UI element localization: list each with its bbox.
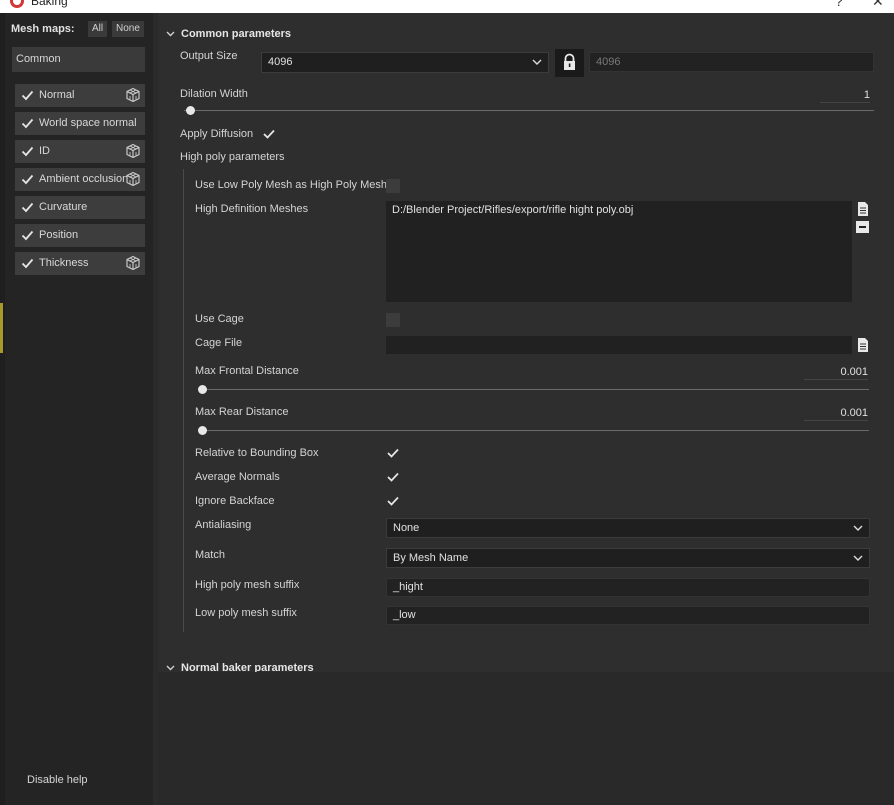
max-rear-value[interactable]: 0.001 bbox=[804, 407, 868, 421]
output-size-locked-field: 4096 bbox=[589, 52, 874, 72]
common-parameters-title: Common parameters bbox=[181, 28, 292, 40]
high-suffix-input[interactable]: _hight bbox=[386, 578, 870, 597]
common-item[interactable]: Common bbox=[12, 47, 145, 72]
mesh-map-checkbox[interactable] bbox=[21, 201, 34, 214]
high-poly-group-indent bbox=[183, 169, 184, 632]
mesh-maps-sidebar: Mesh maps: All None Common Normal World s… bbox=[5, 13, 153, 805]
window-title: Baking bbox=[31, 0, 68, 8]
mesh-map-item[interactable]: Normal bbox=[15, 84, 145, 107]
mesh-map-checkbox[interactable] bbox=[21, 229, 34, 242]
footer-area bbox=[158, 672, 894, 805]
dilation-width-slider-handle[interactable] bbox=[186, 106, 195, 115]
parameters-panel: Common parameters Output Size 4096 4096 … bbox=[158, 13, 894, 672]
mesh-maps-label: Mesh maps: bbox=[11, 23, 75, 35]
antialiasing-value: None bbox=[393, 522, 420, 534]
hd-meshes-list[interactable]: D:/Blender Project/Rifles/export/rifle h… bbox=[386, 201, 852, 302]
cube-settings-icon[interactable] bbox=[125, 171, 141, 187]
mesh-map-item[interactable]: Thickness bbox=[15, 252, 145, 275]
mesh-map-checkbox[interactable] bbox=[21, 257, 34, 270]
average-normals-checkbox[interactable] bbox=[386, 471, 400, 483]
hd-meshes-label: High Definition Meshes bbox=[195, 203, 309, 215]
output-size-value: 4096 bbox=[268, 56, 293, 68]
app-logo-icon bbox=[10, 0, 24, 8]
mesh-map-checkbox[interactable] bbox=[21, 145, 34, 158]
chevron-down-icon bbox=[853, 525, 863, 531]
relative-bbox-checkbox[interactable] bbox=[386, 447, 400, 459]
help-icon[interactable]: ? bbox=[835, 0, 843, 9]
mesh-map-label: World space normal bbox=[39, 117, 137, 129]
normal-baker-title: Normal baker parameters bbox=[181, 662, 314, 672]
mesh-map-label: Ambient occlusion bbox=[39, 173, 129, 185]
mesh-map-item[interactable]: Position bbox=[15, 224, 145, 247]
relative-bbox-label: Relative to Bounding Box bbox=[195, 447, 319, 459]
max-frontal-slider-handle[interactable] bbox=[198, 385, 207, 394]
cage-file-icon[interactable] bbox=[856, 337, 870, 353]
mesh-map-label: Position bbox=[39, 229, 79, 241]
ignore-backface-label: Ignore Backface bbox=[195, 495, 275, 507]
use-low-poly-label: Use Low Poly Mesh as High Poly Mesh bbox=[195, 179, 387, 191]
ignore-backface-checkbox[interactable] bbox=[386, 495, 400, 507]
chevron-down-icon bbox=[853, 555, 863, 561]
mesh-map-item[interactable]: World space normal bbox=[15, 112, 145, 135]
max-frontal-slider-track[interactable] bbox=[199, 389, 869, 390]
high-suffix-label: High poly mesh suffix bbox=[195, 579, 300, 591]
hd-mesh-item[interactable]: D:/Blender Project/Rifles/export/rifle h… bbox=[392, 204, 633, 216]
dilation-width-slider-track[interactable] bbox=[184, 110, 874, 111]
low-suffix-input[interactable]: _low bbox=[386, 606, 870, 625]
cube-settings-icon[interactable] bbox=[125, 87, 141, 103]
average-normals-label: Average Normals bbox=[195, 471, 280, 483]
match-label: Match bbox=[195, 549, 225, 561]
max-rear-slider-handle[interactable] bbox=[198, 426, 207, 435]
mesh-map-item[interactable]: Ambient occlusion bbox=[15, 168, 145, 191]
cube-settings-icon[interactable] bbox=[125, 143, 141, 159]
max-rear-label: Max Rear Distance bbox=[195, 406, 289, 418]
antialiasing-select[interactable]: None bbox=[386, 518, 870, 538]
mesh-map-label: Curvature bbox=[39, 201, 88, 213]
dilation-width-value[interactable]: 1 bbox=[820, 89, 870, 103]
chevron-down-icon bbox=[166, 662, 176, 672]
window-titlebar: Baking ? ✕ bbox=[0, 0, 894, 13]
use-cage-checkbox[interactable] bbox=[386, 313, 400, 327]
output-size-label: Output Size bbox=[180, 50, 238, 62]
max-rear-slider-track[interactable] bbox=[199, 430, 869, 431]
match-value: By Mesh Name bbox=[393, 552, 469, 564]
cage-file-label: Cage File bbox=[195, 337, 243, 349]
close-icon[interactable]: ✕ bbox=[872, 0, 884, 10]
mesh-map-checkbox[interactable] bbox=[21, 173, 34, 186]
dilation-width-label: Dilation Width bbox=[180, 88, 248, 100]
use-cage-label: Use Cage bbox=[195, 313, 244, 325]
chevron-down-icon bbox=[166, 28, 176, 40]
remove-mesh-icon[interactable] bbox=[856, 221, 869, 233]
mesh-map-item[interactable]: Curvature bbox=[15, 196, 145, 219]
chevron-down-icon bbox=[532, 59, 542, 65]
apply-diffusion-checkbox[interactable] bbox=[262, 128, 276, 140]
mesh-map-checkbox[interactable] bbox=[21, 89, 34, 102]
mesh-map-checkbox[interactable] bbox=[21, 117, 34, 130]
common-parameters-header[interactable]: Common parameters bbox=[166, 28, 291, 40]
cage-file-field[interactable] bbox=[386, 336, 852, 354]
max-frontal-label: Max Frontal Distance bbox=[195, 365, 299, 377]
cube-settings-icon[interactable] bbox=[125, 255, 141, 271]
antialiasing-label: Antialiasing bbox=[195, 519, 252, 531]
mesh-map-label: ID bbox=[39, 145, 50, 157]
disable-help-link[interactable]: Disable help bbox=[27, 774, 88, 786]
lock-button[interactable] bbox=[555, 49, 584, 77]
apply-diffusion-label: Apply Diffusion bbox=[180, 128, 254, 140]
use-low-poly-checkbox[interactable] bbox=[386, 179, 400, 193]
mesh-map-label: Thickness bbox=[39, 257, 89, 269]
normal-baker-header[interactable]: Normal baker parameters bbox=[166, 662, 314, 672]
mesh-map-label: Normal bbox=[39, 89, 75, 101]
max-frontal-value[interactable]: 0.001 bbox=[804, 366, 868, 380]
add-file-icon[interactable] bbox=[856, 201, 870, 217]
lock-icon bbox=[564, 53, 575, 70]
high-poly-parameters-label: High poly parameters bbox=[180, 151, 285, 163]
output-size-select[interactable]: 4096 bbox=[261, 52, 549, 73]
select-none-button[interactable]: None bbox=[112, 21, 144, 37]
select-all-button[interactable]: All bbox=[88, 21, 108, 37]
low-suffix-label: Low poly mesh suffix bbox=[195, 607, 297, 619]
mesh-map-item[interactable]: ID bbox=[15, 140, 145, 163]
match-select[interactable]: By Mesh Name bbox=[386, 548, 870, 568]
